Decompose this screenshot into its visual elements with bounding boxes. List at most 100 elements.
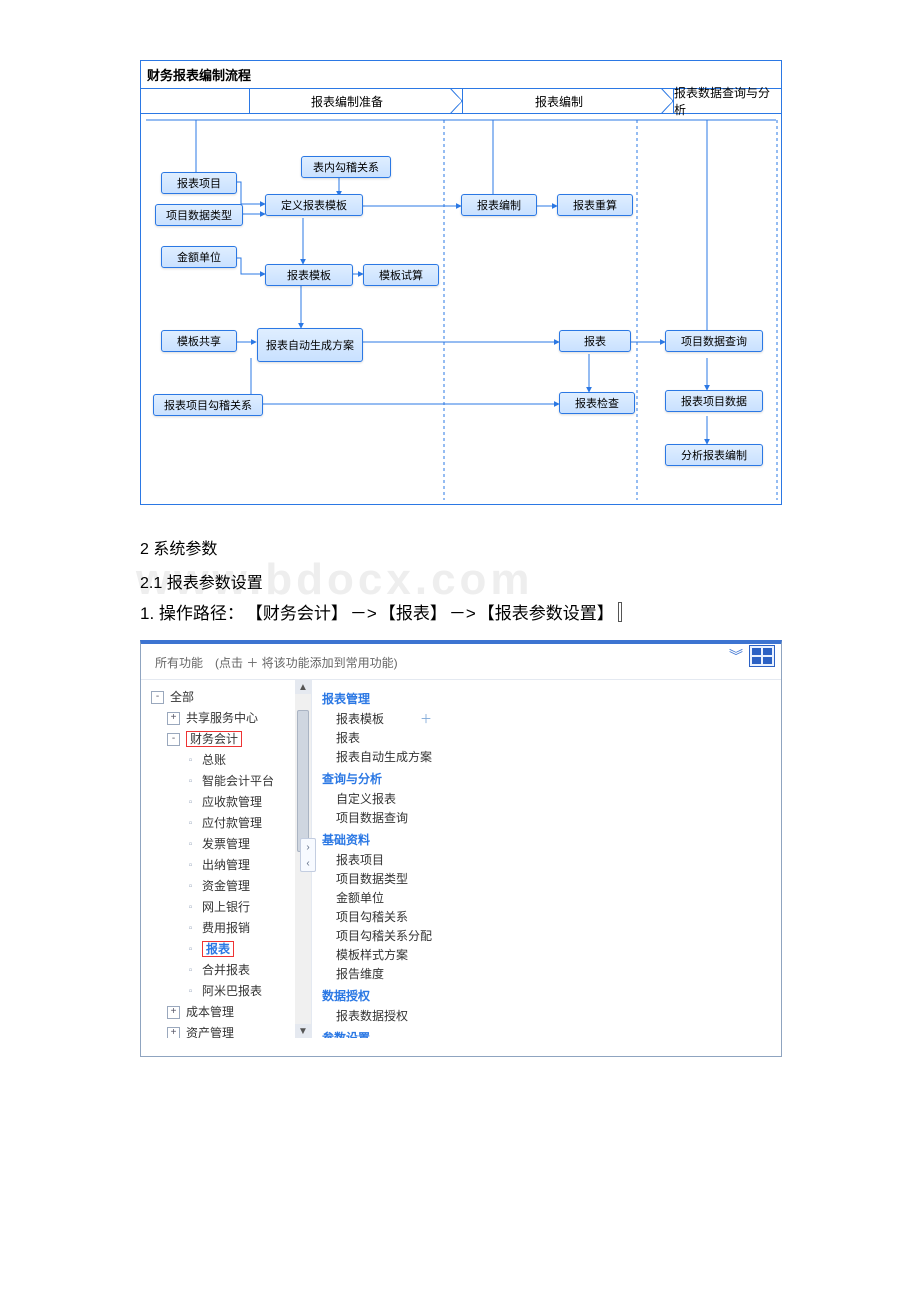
function-item[interactable]: 报表自动生成方案 [322, 747, 771, 766]
function-item-label[interactable]: 报表数据授权 [336, 1009, 408, 1023]
bullet-icon: ▫ [185, 965, 196, 976]
function-item[interactable]: 项目数据查询 [322, 808, 771, 827]
function-item-label[interactable]: 报表项目 [336, 853, 384, 867]
node-amount-unit: 金额单位 [161, 246, 237, 268]
tree-node-label[interactable]: 应付款管理 [202, 816, 262, 830]
path-arrow-2: －> [449, 599, 476, 624]
tree-node-label[interactable]: 报表 [202, 941, 234, 957]
function-item-label[interactable]: 报表 [336, 731, 360, 745]
tree-node-label[interactable]: 总账 [202, 753, 226, 767]
tree-node-label[interactable]: 共享服务中心 [186, 711, 258, 725]
node-item-data-type: 项目数据类型 [155, 204, 243, 226]
tree-node[interactable]: ▫ 总账 [151, 749, 311, 770]
tree-node[interactable]: ▫资金管理 [151, 875, 311, 896]
bullet-icon: ▫ [185, 902, 196, 913]
function-item-label[interactable]: 自定义报表 [336, 792, 396, 806]
node-report-item-data: 报表项目数据 [665, 390, 763, 412]
tree-node[interactable]: ▫ 阿米巴报表 [151, 980, 311, 1001]
module-tree[interactable]: -全部+共享服务中心-财务会计▫总账▫智能会计平台▫应收款管理▫应付款管理▫发票… [141, 680, 312, 1038]
bullet-icon: ▫ [185, 923, 196, 934]
tree-node-label[interactable]: 网上银行 [202, 900, 250, 914]
tree-node[interactable]: -全部 [151, 686, 311, 707]
function-item[interactable]: 项目数据类型 [322, 869, 771, 888]
node-report-template: 报表模板 [265, 264, 353, 286]
tree-node-label[interactable]: 智能会计平台 [202, 774, 274, 788]
function-item-label[interactable]: 报表模板 [336, 712, 384, 726]
lane-headers: 报表编制准备 报表编制 报表数据查询与分析 [141, 89, 781, 114]
function-item[interactable]: 自定义报表 [322, 789, 771, 808]
tree-node[interactable]: + 共享服务中心 [151, 707, 311, 728]
tiles-icon[interactable] [749, 645, 775, 667]
lane-label: 报表数据查询与分析 [674, 84, 781, 118]
function-item[interactable]: 报表 [322, 728, 771, 747]
tree-node[interactable]: ▫智能会计平台 [151, 770, 311, 791]
tree-node-label[interactable]: 阿米巴报表 [202, 984, 262, 998]
function-group-title: 查询与分析 [322, 770, 771, 787]
function-item-label[interactable]: 报表自动生成方案 [336, 750, 432, 764]
path-label: 1. 操作路径： [140, 599, 244, 624]
function-group-title: 报表管理 [322, 690, 771, 707]
function-item-label[interactable]: 项目勾稽关系 [336, 910, 408, 924]
tree-node[interactable]: ▫应付款管理 [151, 812, 311, 833]
expand-icon[interactable]: - [151, 691, 164, 704]
tree-node[interactable]: ▫ 应收款管理 [151, 791, 311, 812]
function-item-label[interactable]: 金额单位 [336, 891, 384, 905]
tree-node[interactable]: ▫ 合并报表 [151, 959, 311, 980]
expand-icon[interactable]: + [167, 712, 180, 725]
tree-node-label[interactable]: 成本管理 [186, 1005, 234, 1019]
function-item[interactable]: 报告维度 [322, 964, 771, 983]
function-item[interactable]: 报表项目 [322, 850, 771, 869]
expand-icon[interactable]: - [167, 733, 180, 746]
bullet-icon: ▫ [185, 797, 196, 808]
bullet-icon: ▫ [185, 986, 196, 997]
expand-icon[interactable]: + [167, 1006, 180, 1019]
tree-node[interactable]: ▫ 网上银行 [151, 896, 311, 917]
function-item[interactable]: 金额单位 [322, 888, 771, 907]
tree-node[interactable]: -财务会计 [151, 728, 311, 749]
tree-node-label[interactable]: 发票管理 [202, 837, 250, 851]
function-item-label[interactable]: 模板样式方案 [336, 948, 408, 962]
function-item-label[interactable]: 项目数据类型 [336, 872, 408, 886]
node-define-template: 定义报表模板 [265, 194, 363, 216]
collapse-ribbon-icon[interactable]: ︾ [729, 646, 743, 666]
tree-node-label[interactable]: 资产管理 [186, 1026, 234, 1038]
node-report-check: 报表检查 [559, 392, 635, 414]
node-template-trial: 模板试算 [363, 264, 439, 286]
scroll-thumb[interactable] [297, 710, 309, 852]
tree-node-label[interactable]: 应收款管理 [202, 795, 262, 809]
function-group-title: 数据授权 [322, 987, 771, 1004]
function-item[interactable]: 项目勾稽关系 [322, 907, 771, 926]
lane-blank [141, 89, 249, 113]
node-template-share: 模板共享 [161, 330, 237, 352]
function-item-label[interactable]: 报告维度 [336, 967, 384, 981]
function-item[interactable]: 模板样式方案 [322, 945, 771, 964]
bullet-icon: ▫ [185, 839, 196, 850]
tree-node[interactable]: ▫ 发票管理 [151, 833, 311, 854]
tree-node-label[interactable]: 出纳管理 [202, 858, 250, 872]
tree-node-label[interactable]: 合并报表 [202, 963, 250, 977]
tree-node[interactable]: ▫出纳管理 [151, 854, 311, 875]
tree-node[interactable]: ▫报表 [151, 938, 311, 959]
tree-node-label[interactable]: 费用报销 [202, 921, 250, 935]
path-seg-1: 【财务会计】 [246, 599, 348, 624]
function-item[interactable]: 报表数据授权 [322, 1006, 771, 1025]
add-to-favorites-icon[interactable]: ＋ [420, 712, 432, 726]
path-seg-3: 【报表参数设置】 [478, 599, 614, 624]
scroll-down-icon[interactable]: ▼ [295, 1024, 311, 1038]
function-item[interactable]: 项目勾稽关系分配 [322, 926, 771, 945]
function-item-label[interactable]: 项目数据查询 [336, 811, 408, 825]
node-report-recalc: 报表重算 [557, 194, 633, 216]
function-list: 报表管理报表模板＋报表报表自动生成方案查询与分析自定义报表项目数据查询基础资料报… [312, 680, 781, 1038]
function-item-label[interactable]: 项目勾稽关系分配 [336, 929, 432, 943]
tree-node-label[interactable]: 财务会计 [186, 731, 242, 747]
scroll-up-icon[interactable]: ▲ [295, 680, 311, 694]
tree-node[interactable]: ▫ 费用报销 [151, 917, 311, 938]
tree-node-label[interactable]: 全部 [170, 690, 194, 704]
split-handle[interactable]: ›‹ [300, 838, 316, 872]
tree-node[interactable]: + 资产管理 [151, 1022, 311, 1038]
bullet-icon: ▫ [185, 755, 196, 766]
function-item[interactable]: 报表模板 ＋ [322, 709, 771, 728]
expand-icon[interactable]: + [167, 1027, 180, 1038]
tree-node-label[interactable]: 资金管理 [202, 879, 250, 893]
tree-node[interactable]: + 成本管理 [151, 1001, 311, 1022]
